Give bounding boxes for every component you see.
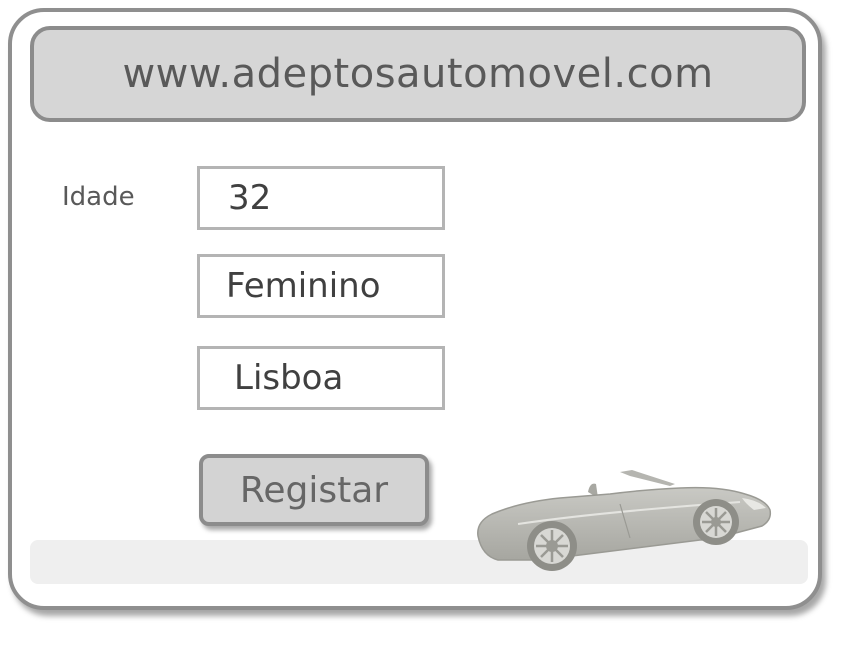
city-value: Lisboa <box>234 358 344 398</box>
convertible-car-icon <box>477 470 772 571</box>
register-button-label: Registar <box>239 469 389 511</box>
age-field[interactable]: 32 <box>197 166 445 230</box>
gender-value: Feminino <box>226 266 381 306</box>
age-value: 32 <box>228 178 272 218</box>
register-button[interactable]: Registar <box>199 454 429 526</box>
url-text: www.adeptosautomovel.com <box>122 51 714 97</box>
city-field[interactable]: Lisboa <box>197 346 445 410</box>
age-label: Idade <box>62 182 135 212</box>
url-bar[interactable]: www.adeptosautomovel.com <box>30 26 806 122</box>
registration-window: www.adeptosautomovel.com Idade 32 Femini… <box>8 8 822 610</box>
gender-field[interactable]: Feminino <box>197 254 445 318</box>
